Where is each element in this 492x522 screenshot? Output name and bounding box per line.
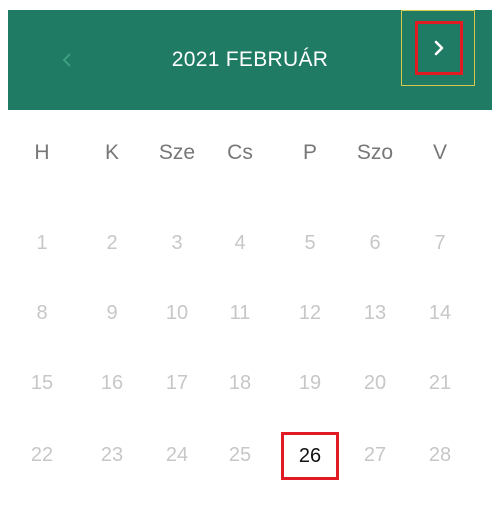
day-cell[interactable]: 9 [87,290,137,336]
weekday-label: H [34,141,50,164]
day-cell[interactable]: 7 [415,220,465,266]
top-strip [0,0,492,10]
day-cell[interactable]: 18 [215,360,265,406]
day-cell[interactable]: 3 [152,220,202,266]
day-cell[interactable]: 12 [285,290,335,336]
day-cell[interactable]: 5 [285,220,335,266]
day-cell[interactable]: 20 [350,360,400,406]
day-cell[interactable]: 28 [415,432,465,478]
day-cell[interactable]: 22 [17,432,67,478]
day-cell[interactable]: 15 [17,360,67,406]
day-cell-selected[interactable]: 26 [281,432,339,480]
weekday-label: V [432,141,447,164]
day-cell[interactable]: 6 [350,220,400,266]
day-cell[interactable]: 13 [350,290,400,336]
day-cell[interactable]: 8 [17,290,67,336]
day-cell[interactable]: 19 [285,360,335,406]
day-cell[interactable]: 11 [215,290,265,336]
weekday-label: K [104,141,119,164]
day-cell[interactable]: 14 [415,290,465,336]
day-cell[interactable]: 2 [87,220,137,266]
day-cell[interactable]: 21 [415,360,465,406]
weekday-label: Cs [227,141,253,164]
weekday-label: Szo [356,141,394,164]
next-month-button[interactable] [415,21,463,75]
day-cell[interactable]: 23 [87,432,137,478]
day-cell[interactable]: 10 [152,290,202,336]
chevron-right-icon [434,40,444,56]
day-cell[interactable]: 27 [350,432,400,478]
weekday-label: Sze [158,141,196,164]
day-cell[interactable]: 24 [152,432,202,478]
weekday-row: H K Sze Cs P Szo V [0,130,492,176]
prev-month-button[interactable] [48,40,88,80]
day-cell[interactable]: 16 [87,360,137,406]
day-cell[interactable]: 1 [17,220,67,266]
day-cell[interactable]: 25 [215,432,265,478]
weekday-label: P [302,141,317,164]
day-cell[interactable]: 4 [215,220,265,266]
day-cell[interactable]: 17 [152,360,202,406]
chevron-left-icon [62,53,71,67]
month-title: 2021 FEBRUÁR [171,48,329,71]
